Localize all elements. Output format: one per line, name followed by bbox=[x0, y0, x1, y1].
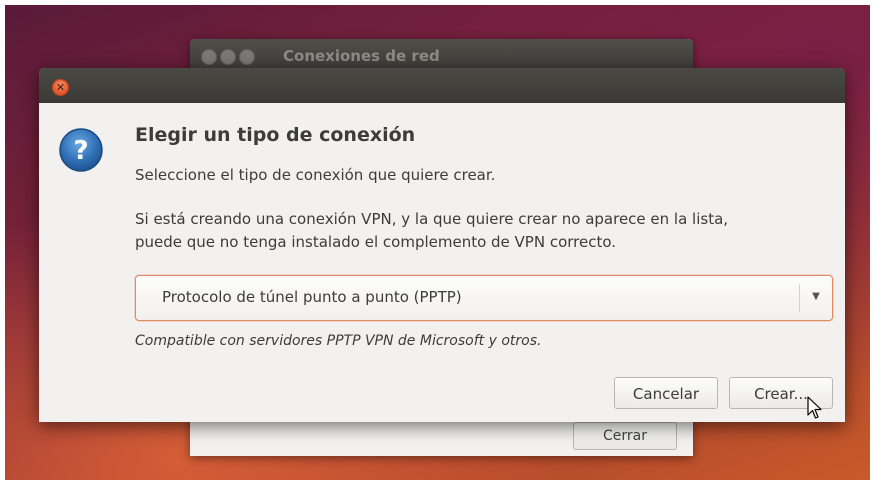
window-close-icon[interactable] bbox=[201, 49, 217, 65]
cancel-button[interactable]: Cancelar bbox=[614, 377, 718, 409]
close-icon[interactable]: ✕ bbox=[52, 79, 69, 96]
vpn-info-line-2: puede que no tenga instalado el compleme… bbox=[135, 233, 617, 251]
mouse-cursor-icon bbox=[807, 396, 822, 419]
close-window-button[interactable]: Cerrar bbox=[573, 422, 677, 450]
desktop-background: Conexiones de red Cerrar ✕ ? Elegir un t… bbox=[5, 5, 870, 480]
network-connections-title: Conexiones de red bbox=[283, 47, 440, 65]
connection-type-selected: Protocolo de túnel punto a punto (PPTP) bbox=[162, 288, 462, 306]
question-icon: ? bbox=[59, 128, 103, 172]
svg-text:?: ? bbox=[73, 136, 88, 166]
compatibility-note: Compatible con servidores PPTP VPN de Mi… bbox=[135, 333, 542, 349]
connection-type-dialog: ✕ ? Elegir un tipo de conexión Seleccion… bbox=[39, 68, 845, 422]
connection-type-dropdown[interactable]: Protocolo de túnel punto a punto (PPTP) … bbox=[135, 275, 833, 321]
dropdown-separator bbox=[799, 284, 800, 312]
vpn-info-line-1: Si está creando una conexión VPN, y la q… bbox=[135, 210, 729, 228]
dialog-subtext: Seleccione el tipo de conexión que quier… bbox=[135, 166, 496, 184]
window-maximize-icon[interactable] bbox=[239, 49, 255, 65]
dialog-titlebar: ✕ bbox=[39, 68, 845, 103]
dialog-heading: Elegir un tipo de conexión bbox=[135, 124, 416, 146]
window-minimize-icon[interactable] bbox=[220, 49, 236, 65]
chevron-down-icon[interactable]: ▼ bbox=[809, 290, 823, 304]
